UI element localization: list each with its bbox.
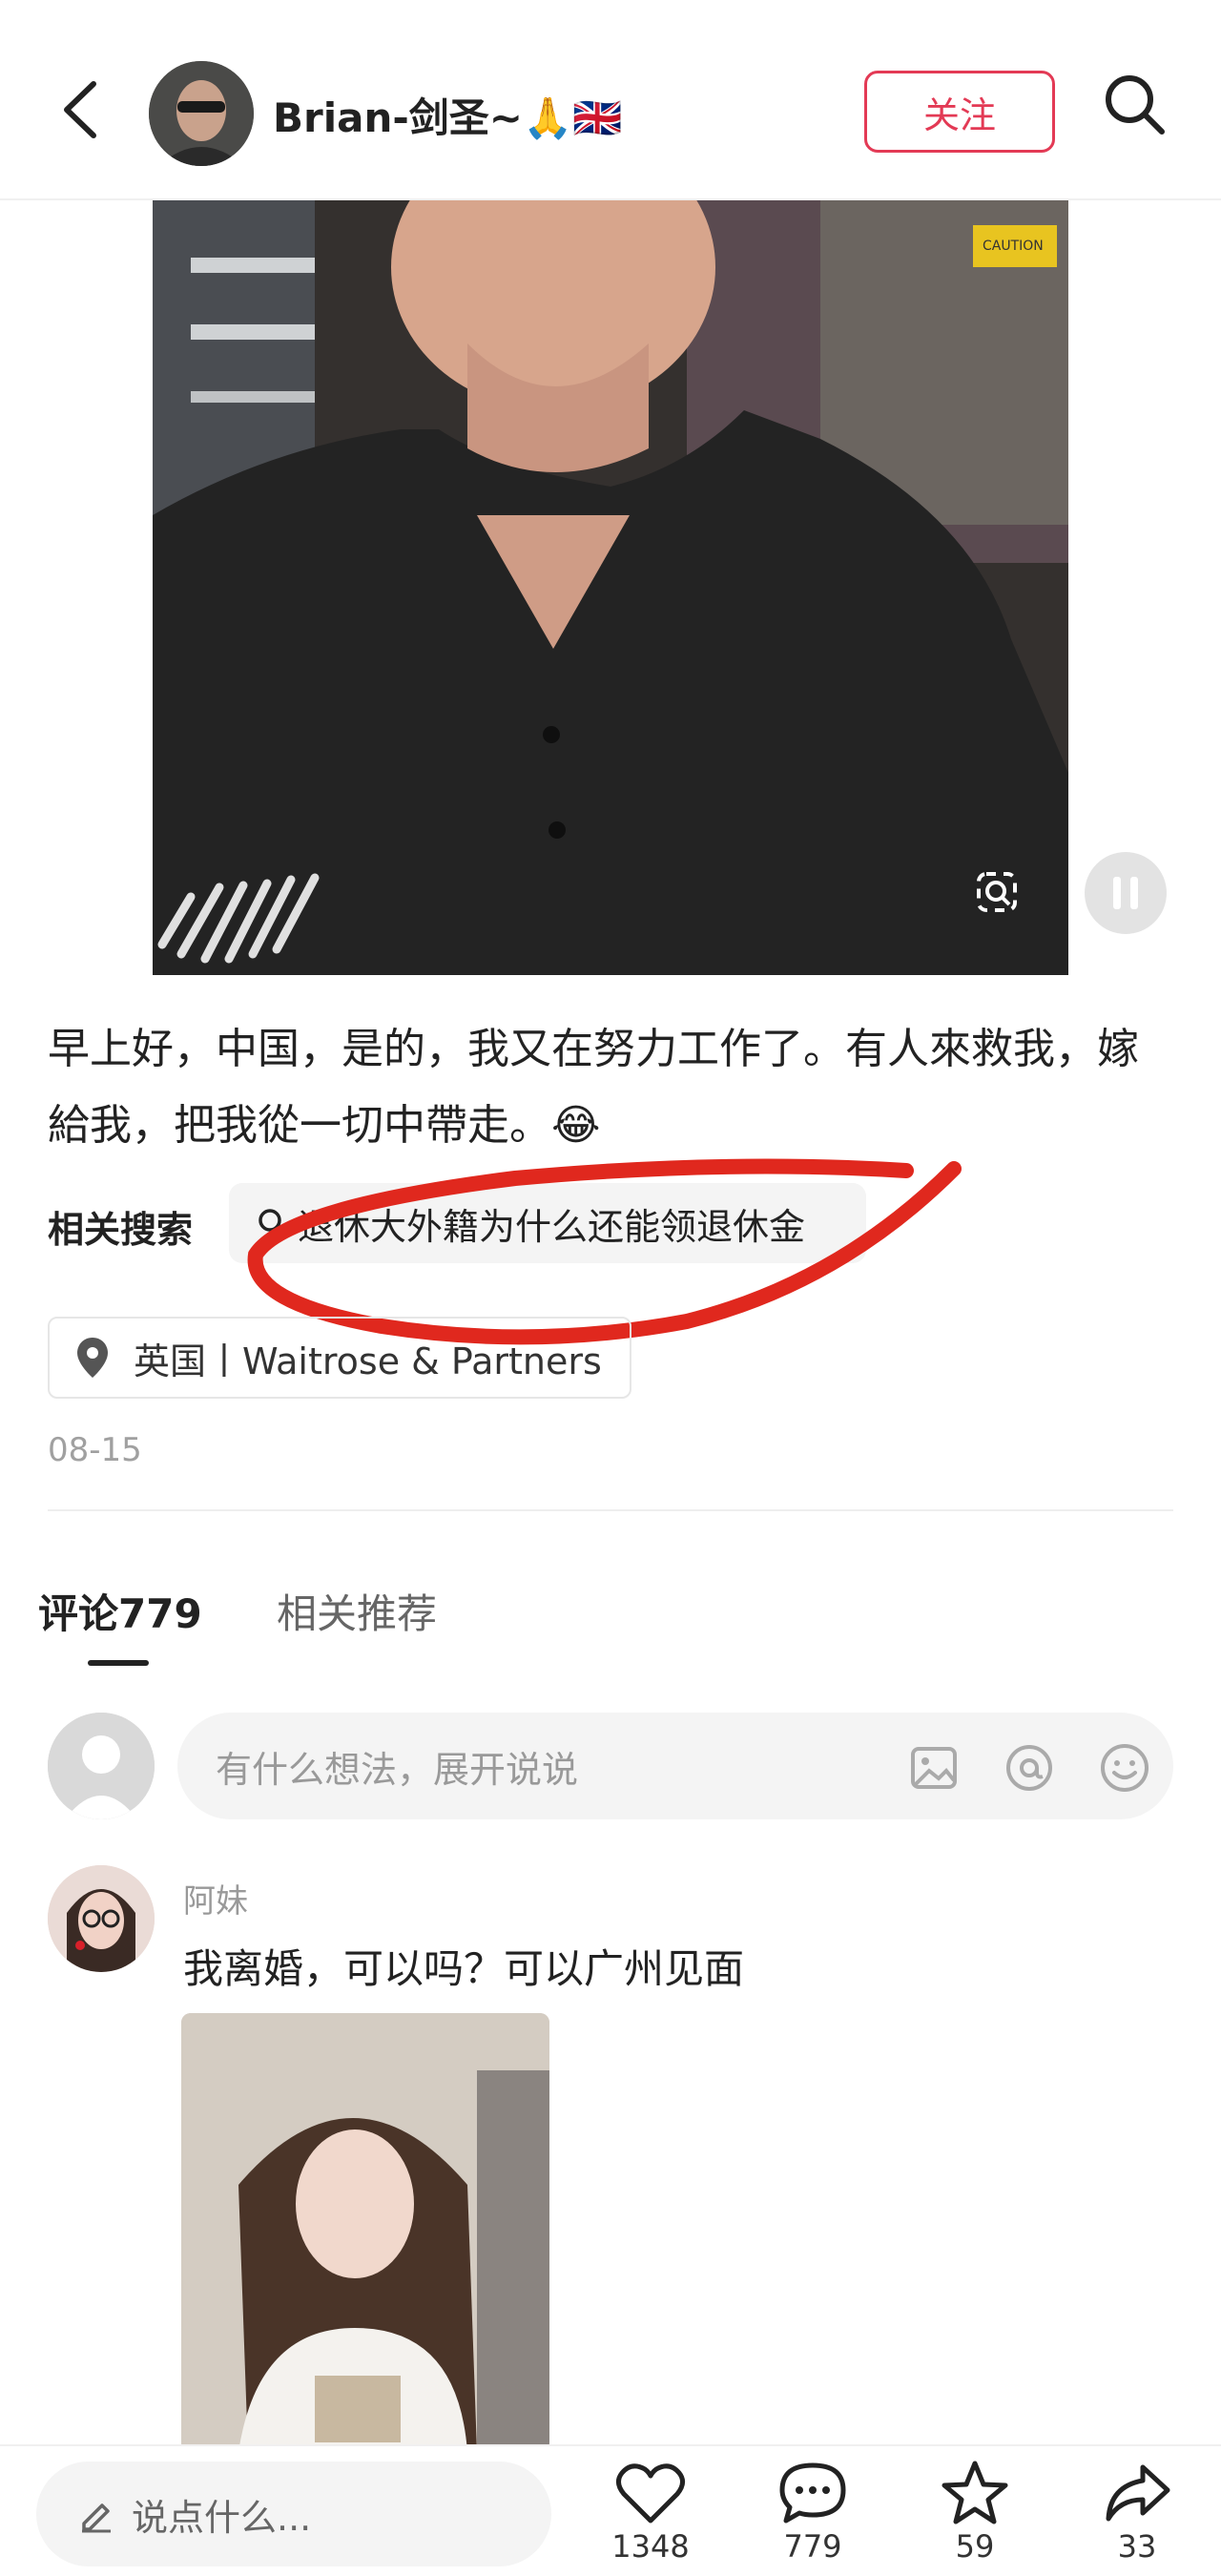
- back-arrow-icon: [64, 81, 96, 138]
- mention-icon[interactable]: [1004, 1742, 1055, 1794]
- back-button[interactable]: [48, 67, 114, 153]
- tab-related[interactable]: 相关推荐: [277, 1582, 437, 1640]
- search-button[interactable]: [1097, 67, 1173, 143]
- my-avatar: [48, 1713, 155, 1819]
- share-count: 33: [1117, 2528, 1157, 2565]
- video-sign-text: CAUTION: [983, 239, 1044, 254]
- tab-indicator: [88, 1660, 149, 1666]
- search-icon: [1106, 75, 1165, 135]
- comment-text: 我离婚，可以吗？可以广州见面: [183, 1945, 745, 1992]
- author-avatar[interactable]: [149, 61, 254, 166]
- comment-button[interactable]: 779: [760, 2460, 865, 2576]
- commenter-name[interactable]: 阿妹: [183, 1875, 248, 1922]
- location-chip[interactable]: 英国丨Waitrose & Partners: [48, 1317, 631, 1399]
- heart-icon: [616, 2463, 685, 2524]
- say-something-input[interactable]: 说点什么...: [36, 2462, 551, 2566]
- location-text: 英国丨Waitrose & Partners: [134, 1340, 602, 1382]
- pause-icon: [1113, 877, 1138, 909]
- post-caption: 早上好，中国，是的，我又在努力工作了。有人來救我，嫁給我，把我從一切中帶走。😂: [48, 1025, 1139, 1150]
- pencil-icon: [82, 2503, 111, 2533]
- like-count: 1348: [611, 2528, 690, 2565]
- divider: [48, 1509, 1173, 1511]
- post-date: 08-15: [48, 1431, 142, 1469]
- star-icon: [942, 2461, 1008, 2524]
- image-icon[interactable]: [908, 1742, 960, 1794]
- related-search-query: 退休大外籍为什么还能领退休金: [298, 1205, 806, 1248]
- comment-count: 779: [783, 2528, 842, 2565]
- commenter-avatar[interactable]: [48, 1865, 155, 1972]
- author-username[interactable]: Brian-剑圣~🙏🇬🇧: [273, 86, 623, 144]
- comment-image[interactable]: [181, 2013, 549, 2452]
- favorite-count: 59: [955, 2528, 995, 2565]
- related-search-label: 相关搜索: [48, 1209, 194, 1251]
- search-icon: [259, 1209, 287, 1237]
- comment-bubble-icon: [779, 2462, 846, 2524]
- location-pin-icon: [77, 1338, 108, 1378]
- share-button[interactable]: 33: [1085, 2460, 1190, 2576]
- related-search-chip[interactable]: 退休大外籍为什么还能领退休金: [229, 1183, 866, 1263]
- default-user-icon: [48, 1713, 155, 1819]
- post-video[interactable]: CAUTION: [153, 200, 1068, 975]
- emoji-icon[interactable]: [1099, 1742, 1150, 1794]
- pause-button[interactable]: [1085, 852, 1167, 934]
- tab-comments[interactable]: 评论779: [38, 1582, 202, 1640]
- follow-button[interactable]: 关注: [864, 71, 1055, 153]
- say-something-placeholder: 说点什么...: [132, 2496, 312, 2539]
- like-button[interactable]: 1348: [598, 2460, 703, 2576]
- share-arrow-icon: [1106, 2464, 1170, 2522]
- favorite-button[interactable]: 59: [922, 2460, 1027, 2576]
